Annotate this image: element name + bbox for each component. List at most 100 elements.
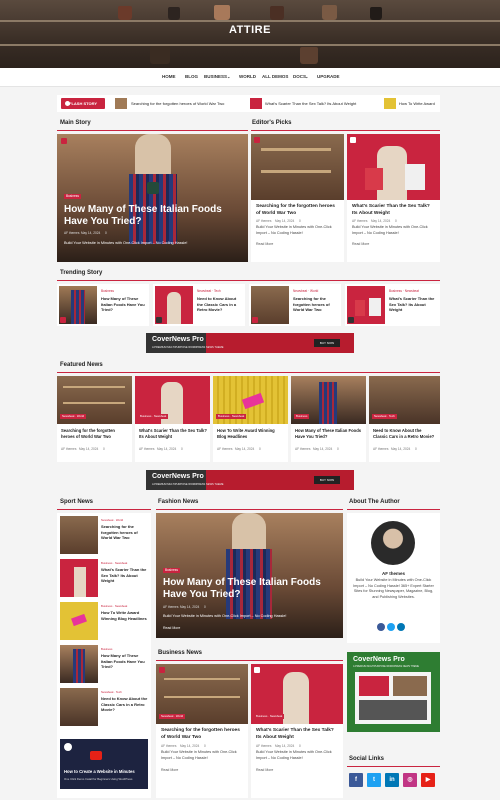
comment-count[interactable]: 0 [415,447,417,451]
read-more-link[interactable]: Read More [352,242,369,246]
linkedin-icon[interactable] [397,623,405,631]
nav-item-business[interactable]: BUSINESS [204,74,227,79]
post-thumbnail[interactable] [60,516,98,554]
post-title[interactable]: What's Scarier Than the Sex Talk? Its Ab… [101,567,149,584]
category-badge[interactable]: Newsbeat · Tech [372,414,397,419]
read-more-link[interactable]: Read More [256,768,273,772]
post-category[interactable]: Newsbeat · World [293,289,318,293]
post-category[interactable]: Newsbeat · World [101,518,123,522]
nav-item-world[interactable]: WORLD [239,74,256,79]
business-card[interactable]: Newsbeat · World Searching for the forgo… [156,664,248,798]
linkedin-icon[interactable]: in [385,773,399,787]
post-title[interactable]: Searching for the forgotten heroes of Wo… [101,524,149,541]
read-more-link[interactable]: Read More [163,626,180,630]
post-title[interactable]: What's Scarier Than the Sex Talk? Its Ab… [352,204,436,217]
twitter-icon[interactable]: t [367,773,381,787]
post-category[interactable]: Newsbeat · Tech [197,289,221,293]
category-badge[interactable]: Business · Newsbeat [138,414,169,419]
nav-item-upgrade[interactable]: UPGRADE [317,74,340,79]
post-thumbnail[interactable] [251,134,344,200]
author-name[interactable]: AF themes [161,744,176,748]
post-thumbnail[interactable] [60,645,98,683]
nav-item-all-demos[interactable]: ALL DEMOS [262,74,288,79]
featured-card[interactable]: Newsbeat · Tech Need to Know About the C… [369,376,440,462]
category-badge[interactable]: Newsbeat · World [159,714,186,719]
youtube-icon[interactable]: ▶ [421,773,435,787]
chevron-down-icon[interactable]: ⌄ [227,74,230,79]
post-category[interactable]: Business [101,647,112,651]
read-more-link[interactable]: Read More [161,768,178,772]
post-thumbnail[interactable]: Newsbeat · Tech [369,376,440,424]
featured-card[interactable]: Business · Newsbeat What's Scarier Than … [135,376,210,462]
promo-banner[interactable]: CoverNews Pro A PREMIUM MULTIPURPOSE WOR… [146,333,354,353]
category-badge[interactable]: Business · Newsbeat [216,414,247,419]
comment-count[interactable]: 0 [181,447,183,451]
comment-count[interactable]: 0 [299,219,301,223]
video-thumbnail[interactable]: How to Create a Website in Minutes One C… [60,739,148,789]
main-story-title[interactable]: How Many of These Italian Foods Have You… [64,204,239,228]
post-title[interactable]: What's Scarier Than the Sex Talk? Its Ab… [389,296,437,313]
category-badge[interactable]: Business [294,414,310,419]
chevron-down-icon[interactable]: ⌄ [305,74,308,79]
author-name[interactable]: AF themes [163,605,178,609]
author-name[interactable]: AF themes [352,219,367,223]
post-thumbnail[interactable]: Business · Newsbeat [135,376,210,424]
post-category[interactable]: Business · Newsbeat [101,561,127,565]
author-name[interactable]: AF themes [61,447,76,451]
post-thumbnail[interactable]: Business [291,376,366,424]
post-title[interactable]: Need to Know About the Classic Cars in a… [373,428,437,439]
author-name[interactable]: AF themes [217,447,232,451]
comment-count[interactable]: 0 [103,447,105,451]
post-title[interactable]: What's Scarier Than the Sex Talk? Its Ab… [256,728,340,741]
post-title[interactable]: Searching for the forgotten heroes of Wo… [293,296,339,313]
post-title[interactable]: How Many of These Italian Foods Have You… [101,296,147,313]
comment-count[interactable]: 0 [204,744,206,748]
play-icon[interactable] [90,751,102,760]
post-title[interactable]: How To Write Award Winning Blog Headline… [101,610,149,621]
instagram-icon[interactable]: ◎ [403,773,417,787]
author-name[interactable]: AF themes [347,571,440,576]
post-category[interactable]: Newsbeat · Tech [101,690,122,694]
fashion-title[interactable]: How Many of These Italian Foods Have You… [163,577,338,601]
author-name[interactable]: AF themes [373,447,388,451]
post-title[interactable]: Searching for the forgotten heroes of Wo… [256,204,340,217]
comment-count[interactable]: 0 [337,447,339,451]
trending-card[interactable]: Newsbeat · Tech Need to Know About the C… [153,284,245,326]
post-thumbnail[interactable] [59,286,97,324]
flash-item[interactable]: How To Write Award [399,101,435,106]
comment-count[interactable]: 0 [395,219,397,223]
featured-card[interactable]: Business How Many of These Italian Foods… [291,376,366,462]
post-thumbnail[interactable] [60,602,98,640]
author-avatar[interactable] [371,521,415,565]
facebook-icon[interactable]: f [349,773,363,787]
comment-count[interactable]: 0 [204,605,206,609]
twitter-icon[interactable] [387,623,395,631]
post-thumbnail[interactable] [347,286,385,324]
category-badge[interactable]: Business · Newsbeat [254,714,285,719]
post-category[interactable]: Business · Newsbeat [101,604,127,608]
trending-card[interactable]: Business · Newsbeat What's Scarier Than … [345,284,440,326]
buy-now-button[interactable]: BUY NOW [314,339,340,347]
category-badge[interactable]: Newsbeat · World [60,414,87,419]
post-thumbnail[interactable]: Newsbeat · World [57,376,132,424]
category-badge[interactable]: Business [64,194,81,199]
post-title[interactable]: Searching for the forgotten heroes of Wo… [161,728,245,741]
trending-card[interactable]: Business How Many of These Italian Foods… [57,284,149,326]
post-thumbnail[interactable] [155,286,193,324]
post-thumbnail[interactable] [60,688,98,726]
post-title[interactable]: How To Write Award Winning Blog Headline… [217,428,285,439]
read-more-link[interactable]: Read More [256,242,273,246]
post-title[interactable]: How Many of These Italian Foods Have You… [295,428,363,439]
buy-now-button[interactable]: BUY NOW [314,476,340,484]
post-category[interactable]: Business · Newsbeat [389,289,419,293]
trending-card[interactable]: Newsbeat · World Searching for the forgo… [249,284,341,326]
author-name[interactable]: AF themes [256,744,271,748]
author-name[interactable]: AF themes [295,447,310,451]
post-title[interactable]: Need to Know About the Classic Cars in a… [101,696,149,713]
author-name[interactable]: AF themes [64,231,79,235]
main-story-card[interactable]: Business How Many of These Italian Foods… [57,134,248,262]
facebook-icon[interactable] [377,623,385,631]
post-title[interactable]: Need to Know About the Classic Cars in a… [197,296,243,313]
fashion-main-card[interactable]: Business How Many of These Italian Foods… [156,513,343,638]
flash-thumb[interactable] [115,98,127,109]
